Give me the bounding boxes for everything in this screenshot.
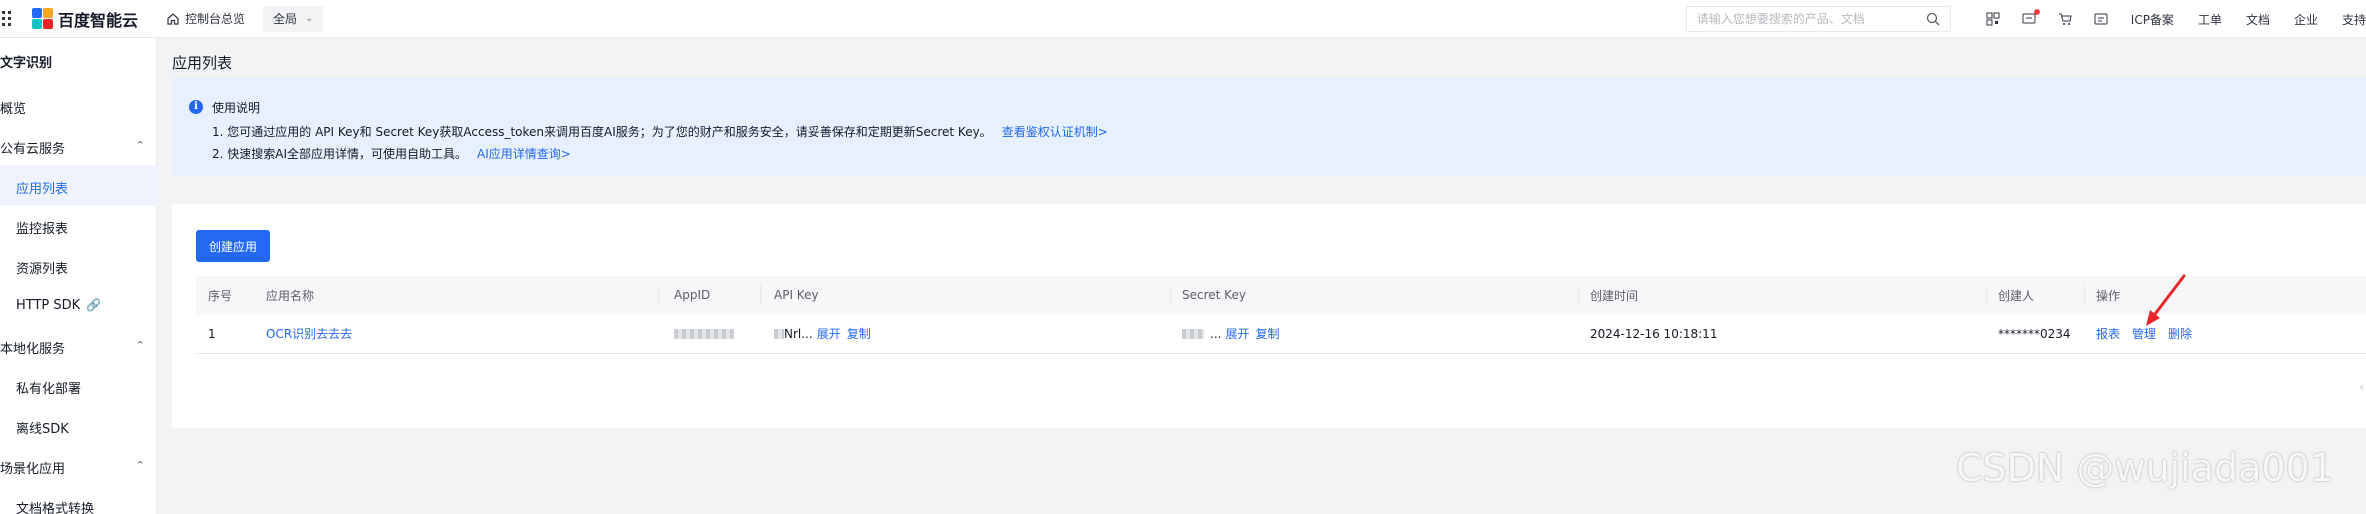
table-row: 1 OCR识别去去去 Nrl... 展开 复制 ... 展开 复制 2024-1… xyxy=(196,314,2366,354)
column-divider xyxy=(658,285,659,305)
usage-notice: i 使用说明 1. 您可通过应用的 API Key和 Secret Key获取A… xyxy=(172,78,2366,176)
sidebar-item-label: HTTP SDK xyxy=(16,298,81,313)
collapse-handle-icon[interactable]: ‹ xyxy=(2359,380,2364,394)
app-detail-query-link[interactable]: AI应用详情查询> xyxy=(477,147,571,161)
message-icon[interactable] xyxy=(2021,9,2040,27)
external-link-icon: 🔗 xyxy=(86,298,102,312)
appid-value xyxy=(674,314,734,353)
create-app-button[interactable]: 创建应用 xyxy=(196,230,270,262)
global-search[interactable] xyxy=(1685,6,1951,32)
col-header-secret-key: Secret Key xyxy=(1182,288,1246,302)
notice-text: 1. 您可通过应用的 API Key和 Secret Key获取Access_t… xyxy=(212,125,992,139)
chevron-up-icon: ⌃ xyxy=(135,139,145,152)
sidebar-group-label: 公有云服务 xyxy=(0,142,66,157)
sidebar-group-public-cloud[interactable]: 公有云服务 ⌃ xyxy=(0,138,157,157)
api-key-value: Nrl... xyxy=(784,326,813,341)
notice-line-2: 2. 快速搜索AI全部应用详情，可使用自助工具。 AI应用详情查询> xyxy=(212,145,571,162)
col-header-index: 序号 xyxy=(208,288,233,303)
redacted-api-key xyxy=(774,328,784,339)
sidebar-item-doc-convert[interactable]: 文档格式转换 xyxy=(16,498,94,514)
column-divider xyxy=(1986,285,1987,305)
api-key-expand-button[interactable]: 展开 xyxy=(817,325,841,342)
column-divider xyxy=(2084,285,2085,305)
col-header-created-at: 创建时间 xyxy=(1590,288,1639,303)
app-list-card: 创建应用 序号 应用名称 AppID API Key Secret Key 创建… xyxy=(172,204,2366,428)
sidebar-group-scenario[interactable]: 场景化应用 ⌃ xyxy=(0,458,157,477)
sidebar-group-label: 场景化应用 xyxy=(0,462,66,477)
annotation-arrow-icon xyxy=(2146,274,2186,326)
chevron-down-icon: ⌄ xyxy=(305,13,314,24)
col-header-app-name: 应用名称 xyxy=(266,288,315,303)
table-header: 序号 应用名称 AppID API Key Secret Key 创建时间 创建… xyxy=(196,276,2366,314)
region-select[interactable]: 全局 ⌄ xyxy=(263,5,324,32)
created-at-value: 2024-12-16 10:18:11 xyxy=(1590,326,1718,341)
redacted-appid xyxy=(674,328,734,339)
secret-key-cell: ... 展开 复制 xyxy=(1182,314,1279,353)
qrcode-icon[interactable] xyxy=(1985,11,2001,27)
console-overview-link[interactable]: 控制台总览 xyxy=(166,10,245,27)
sidebar-title: 文字识别 xyxy=(0,56,53,71)
notice-text: 2. 快速搜索AI全部应用详情，可使用自助工具。 xyxy=(212,147,468,161)
sidebar-group-label: 本地化服务 xyxy=(0,342,66,357)
logo-mark-icon xyxy=(32,7,54,30)
info-icon: i xyxy=(189,100,203,114)
row-index: 1 xyxy=(208,326,216,341)
sidebar: 文字识别 概览 公有云服务 ⌃ 应用列表 监控报表 资源列表 HTTP SDK 🔗… xyxy=(0,38,157,514)
billing-icon[interactable] xyxy=(2093,11,2109,27)
app-name-link[interactable]: OCR识别去去去 xyxy=(266,314,352,353)
cart-icon[interactable] xyxy=(2057,11,2073,27)
sidebar-group-local[interactable]: 本地化服务 ⌃ xyxy=(0,338,157,357)
creator-value: *******0234 xyxy=(1998,326,2071,341)
sidebar-item-http-sdk[interactable]: HTTP SDK 🔗 xyxy=(16,298,101,313)
auth-mechanism-link[interactable]: 查看鉴权认证机制> xyxy=(1002,125,1108,139)
secret-key-copy-button[interactable]: 复制 xyxy=(1255,325,1279,342)
col-header-actions: 操作 xyxy=(2096,288,2121,303)
nav-docs[interactable]: 文档 xyxy=(2246,11,2270,28)
sidebar-item-private-deploy[interactable]: 私有化部署 xyxy=(16,378,81,397)
apps-grid-icon[interactable] xyxy=(2,11,14,26)
nav-enterprise[interactable]: 企业 xyxy=(2294,11,2318,28)
secret-key-expand-button[interactable]: 展开 xyxy=(1225,325,1249,342)
baidu-cloud-logo[interactable]: 百度智能云 xyxy=(32,7,138,31)
column-divider xyxy=(1170,285,1171,305)
redacted-secret-key xyxy=(1182,328,1204,339)
col-header-appid: AppID xyxy=(674,288,711,302)
chevron-up-icon: ⌃ xyxy=(135,339,145,352)
nav-ticket[interactable]: 工单 xyxy=(2198,11,2222,28)
notice-heading: 使用说明 xyxy=(212,101,261,115)
sidebar-item-offline-sdk[interactable]: 离线SDK xyxy=(16,418,69,437)
page-title: 应用列表 xyxy=(172,54,233,72)
nav-support[interactable]: 支持 xyxy=(2342,11,2366,28)
home-icon xyxy=(167,12,179,25)
api-key-copy-button[interactable]: 复制 xyxy=(847,325,871,342)
column-divider xyxy=(1578,285,1579,305)
sidebar-item-overview[interactable]: 概览 xyxy=(0,98,26,117)
region-label: 全局 xyxy=(273,12,298,26)
notification-dot xyxy=(2033,9,2040,15)
console-overview-label: 控制台总览 xyxy=(185,12,246,26)
col-header-api-key: API Key xyxy=(774,288,819,302)
notice-line-1: 1. 您可通过应用的 API Key和 Secret Key获取Access_t… xyxy=(212,123,1108,140)
chevron-up-icon: ⌃ xyxy=(135,459,145,472)
search-input[interactable] xyxy=(1696,12,1897,26)
sidebar-item-resource-list[interactable]: 资源列表 xyxy=(16,258,68,277)
report-button[interactable]: 报表 xyxy=(2096,325,2120,342)
col-header-creator: 创建人 xyxy=(1998,288,2035,303)
logo-text: 百度智能云 xyxy=(58,10,139,30)
csdn-watermark: CSDN @wujiada001 xyxy=(1956,446,2334,490)
search-icon[interactable] xyxy=(1926,12,1940,26)
secret-key-value: ... xyxy=(1210,326,1222,341)
column-divider xyxy=(760,285,761,305)
top-bar: 百度智能云 控制台总览 全局 ⌄ ICP备案 工单 文档 企业 支持 xyxy=(0,0,2366,38)
sidebar-item-monitor-report[interactable]: 监控报表 xyxy=(16,218,68,237)
api-key-cell: Nrl... 展开 复制 xyxy=(774,314,871,353)
nav-icp[interactable]: ICP备案 xyxy=(2131,11,2174,28)
sidebar-item-app-list[interactable]: 应用列表 xyxy=(16,178,68,197)
